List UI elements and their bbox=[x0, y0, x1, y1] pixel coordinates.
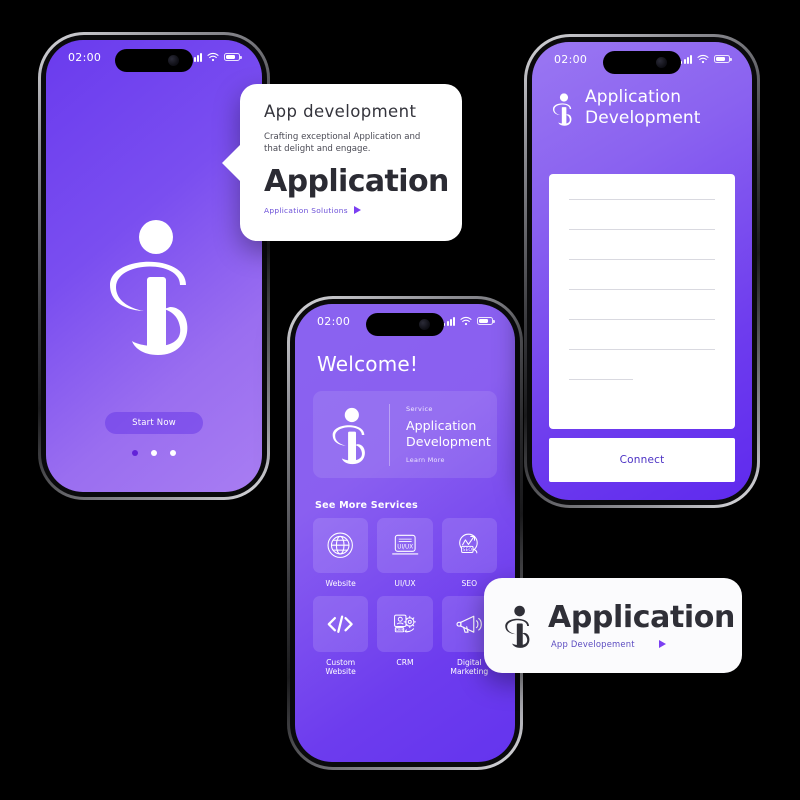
cellular-bars-icon bbox=[680, 54, 692, 64]
battery-icon bbox=[477, 316, 495, 326]
form-screen-header: Application Development bbox=[552, 87, 736, 130]
section-title-see-more-services: See More Services bbox=[315, 500, 418, 511]
brand-card-subtitle: App Developement bbox=[551, 638, 635, 649]
service-tile-seo[interactable]: SEO SEO bbox=[441, 518, 497, 589]
callout-footer-label: Application Solutions bbox=[264, 205, 348, 215]
splash-screen: 02:00 Start Now bbox=[46, 40, 262, 492]
form-field-line[interactable] bbox=[569, 259, 715, 260]
battery-icon bbox=[224, 52, 242, 62]
form-field-line[interactable] bbox=[569, 379, 634, 380]
pagination-dot-1[interactable] bbox=[132, 450, 138, 456]
megaphone-icon bbox=[456, 615, 482, 633]
form-field-line[interactable] bbox=[569, 319, 715, 320]
card-divider bbox=[389, 403, 390, 466]
callout-subtitle: Crafting exceptional Application and tha… bbox=[264, 132, 421, 155]
service-card-text: Service Application Development Learn Mo… bbox=[406, 405, 491, 463]
status-icons bbox=[680, 54, 732, 64]
callout-footer: Application Solutions bbox=[264, 206, 440, 215]
person-i-logo-icon bbox=[331, 405, 371, 465]
service-tile-custom-website[interactable]: Custom Website bbox=[313, 596, 369, 677]
dynamic-island bbox=[603, 51, 681, 74]
form-field-line[interactable] bbox=[569, 229, 715, 230]
status-clock: 02:00 bbox=[554, 52, 588, 66]
phone-form-mockup: 02:00 Application Development Connect bbox=[524, 34, 760, 508]
pagination-dot-2[interactable] bbox=[151, 450, 157, 456]
status-icons bbox=[443, 316, 495, 326]
service-title: Application Development bbox=[406, 418, 491, 448]
brand-card-title: Application bbox=[548, 599, 735, 635]
service-eyebrow: Service bbox=[406, 405, 433, 414]
service-tile-website[interactable]: Website bbox=[313, 518, 369, 589]
service-tile-crm[interactable]: CRM CRM bbox=[377, 596, 433, 677]
tile-label: Digital Marketing bbox=[450, 657, 489, 677]
start-now-button[interactable]: Start Now bbox=[105, 412, 203, 434]
form-field-line[interactable] bbox=[569, 199, 715, 200]
code-brackets-icon bbox=[328, 615, 354, 633]
battery-icon bbox=[714, 54, 732, 64]
tile-label: SEO bbox=[461, 579, 478, 589]
person-i-logo-icon bbox=[106, 215, 202, 355]
crm-gear-person-icon: CRM bbox=[393, 614, 416, 633]
home-screen: 02:00 Welcome! Service Application Devel… bbox=[295, 304, 515, 762]
form-field-line[interactable] bbox=[569, 289, 715, 290]
tile-icon-box bbox=[313, 596, 369, 652]
form-heading-line2: Development bbox=[585, 108, 701, 129]
tile-icon-box bbox=[313, 518, 369, 574]
front-camera-icon bbox=[167, 55, 179, 66]
callout-pointer bbox=[222, 144, 241, 182]
tile-icon-box: UI/UX bbox=[377, 518, 433, 574]
learn-more-link[interactable]: Learn More bbox=[406, 456, 491, 464]
person-i-logo-icon bbox=[504, 600, 534, 652]
connect-button[interactable]: Connect bbox=[549, 438, 735, 482]
dynamic-island bbox=[366, 313, 444, 336]
tile-label: CRM bbox=[396, 657, 414, 667]
status-clock: 02:00 bbox=[68, 50, 102, 64]
person-i-logo-icon bbox=[552, 90, 575, 128]
cellular-bars-icon bbox=[443, 316, 455, 326]
phone-splash-mockup: 02:00 Start Now bbox=[38, 32, 270, 500]
wifi-icon bbox=[207, 52, 219, 62]
tile-label: Custom Website bbox=[325, 657, 356, 677]
service-title-line2: Development bbox=[406, 433, 491, 449]
wifi-icon bbox=[697, 54, 709, 64]
tile-icon-box: SEO bbox=[441, 518, 497, 574]
play-triangle-icon[interactable] bbox=[353, 206, 361, 215]
front-camera-icon bbox=[418, 319, 430, 330]
tile-label: Website bbox=[325, 579, 356, 589]
pagination-dots[interactable] bbox=[132, 450, 176, 456]
laptop-uiux-icon: UI/UX bbox=[391, 535, 419, 555]
play-triangle-icon[interactable] bbox=[658, 639, 666, 648]
form-field-line[interactable] bbox=[569, 349, 715, 350]
tile-label: UI/UX bbox=[394, 579, 416, 589]
welcome-heading: Welcome! bbox=[317, 352, 419, 376]
tile-icon-box: CRM bbox=[377, 596, 433, 652]
app-development-callout: App development Crafting exceptional App… bbox=[222, 84, 462, 241]
brand-card-text: Application App Developement bbox=[548, 599, 735, 649]
form-heading-line1: Application bbox=[585, 87, 682, 107]
front-camera-icon bbox=[655, 57, 667, 68]
application-brand-card: Application App Developement bbox=[484, 578, 742, 673]
callout-headline: Application bbox=[264, 163, 449, 199]
form-heading: Application Development bbox=[585, 87, 701, 130]
phone-home-mockup: 02:00 Welcome! Service Application Devel… bbox=[287, 296, 523, 770]
wifi-icon bbox=[460, 316, 472, 326]
service-title-line1: Application bbox=[406, 418, 477, 434]
form-panel[interactable] bbox=[549, 174, 735, 429]
application-development-form-screen: 02:00 Application Development Connect bbox=[532, 42, 752, 500]
dynamic-island bbox=[115, 49, 193, 72]
status-clock: 02:00 bbox=[317, 314, 351, 328]
globe-icon bbox=[327, 532, 354, 559]
svg-text:CRM: CRM bbox=[396, 628, 404, 632]
poster-canvas: 02:00 Start Now App development Crafting… bbox=[0, 0, 800, 800]
svg-text:UI/UX: UI/UX bbox=[397, 545, 413, 551]
pagination-dot-3[interactable] bbox=[170, 450, 176, 456]
seo-growth-chart-icon: SEO bbox=[459, 534, 478, 554]
svg-text:SEO: SEO bbox=[463, 548, 473, 554]
services-grid: Website UI/UX UI/UX SEO SEO Custom Websi… bbox=[313, 518, 497, 677]
brand-card-footer: App Developement bbox=[548, 639, 735, 649]
featured-service-card[interactable]: Service Application Development Learn Mo… bbox=[313, 391, 497, 478]
callout-title: App development bbox=[264, 102, 417, 121]
status-icons bbox=[190, 52, 242, 62]
service-tile-uiux[interactable]: UI/UX UI/UX bbox=[377, 518, 433, 589]
